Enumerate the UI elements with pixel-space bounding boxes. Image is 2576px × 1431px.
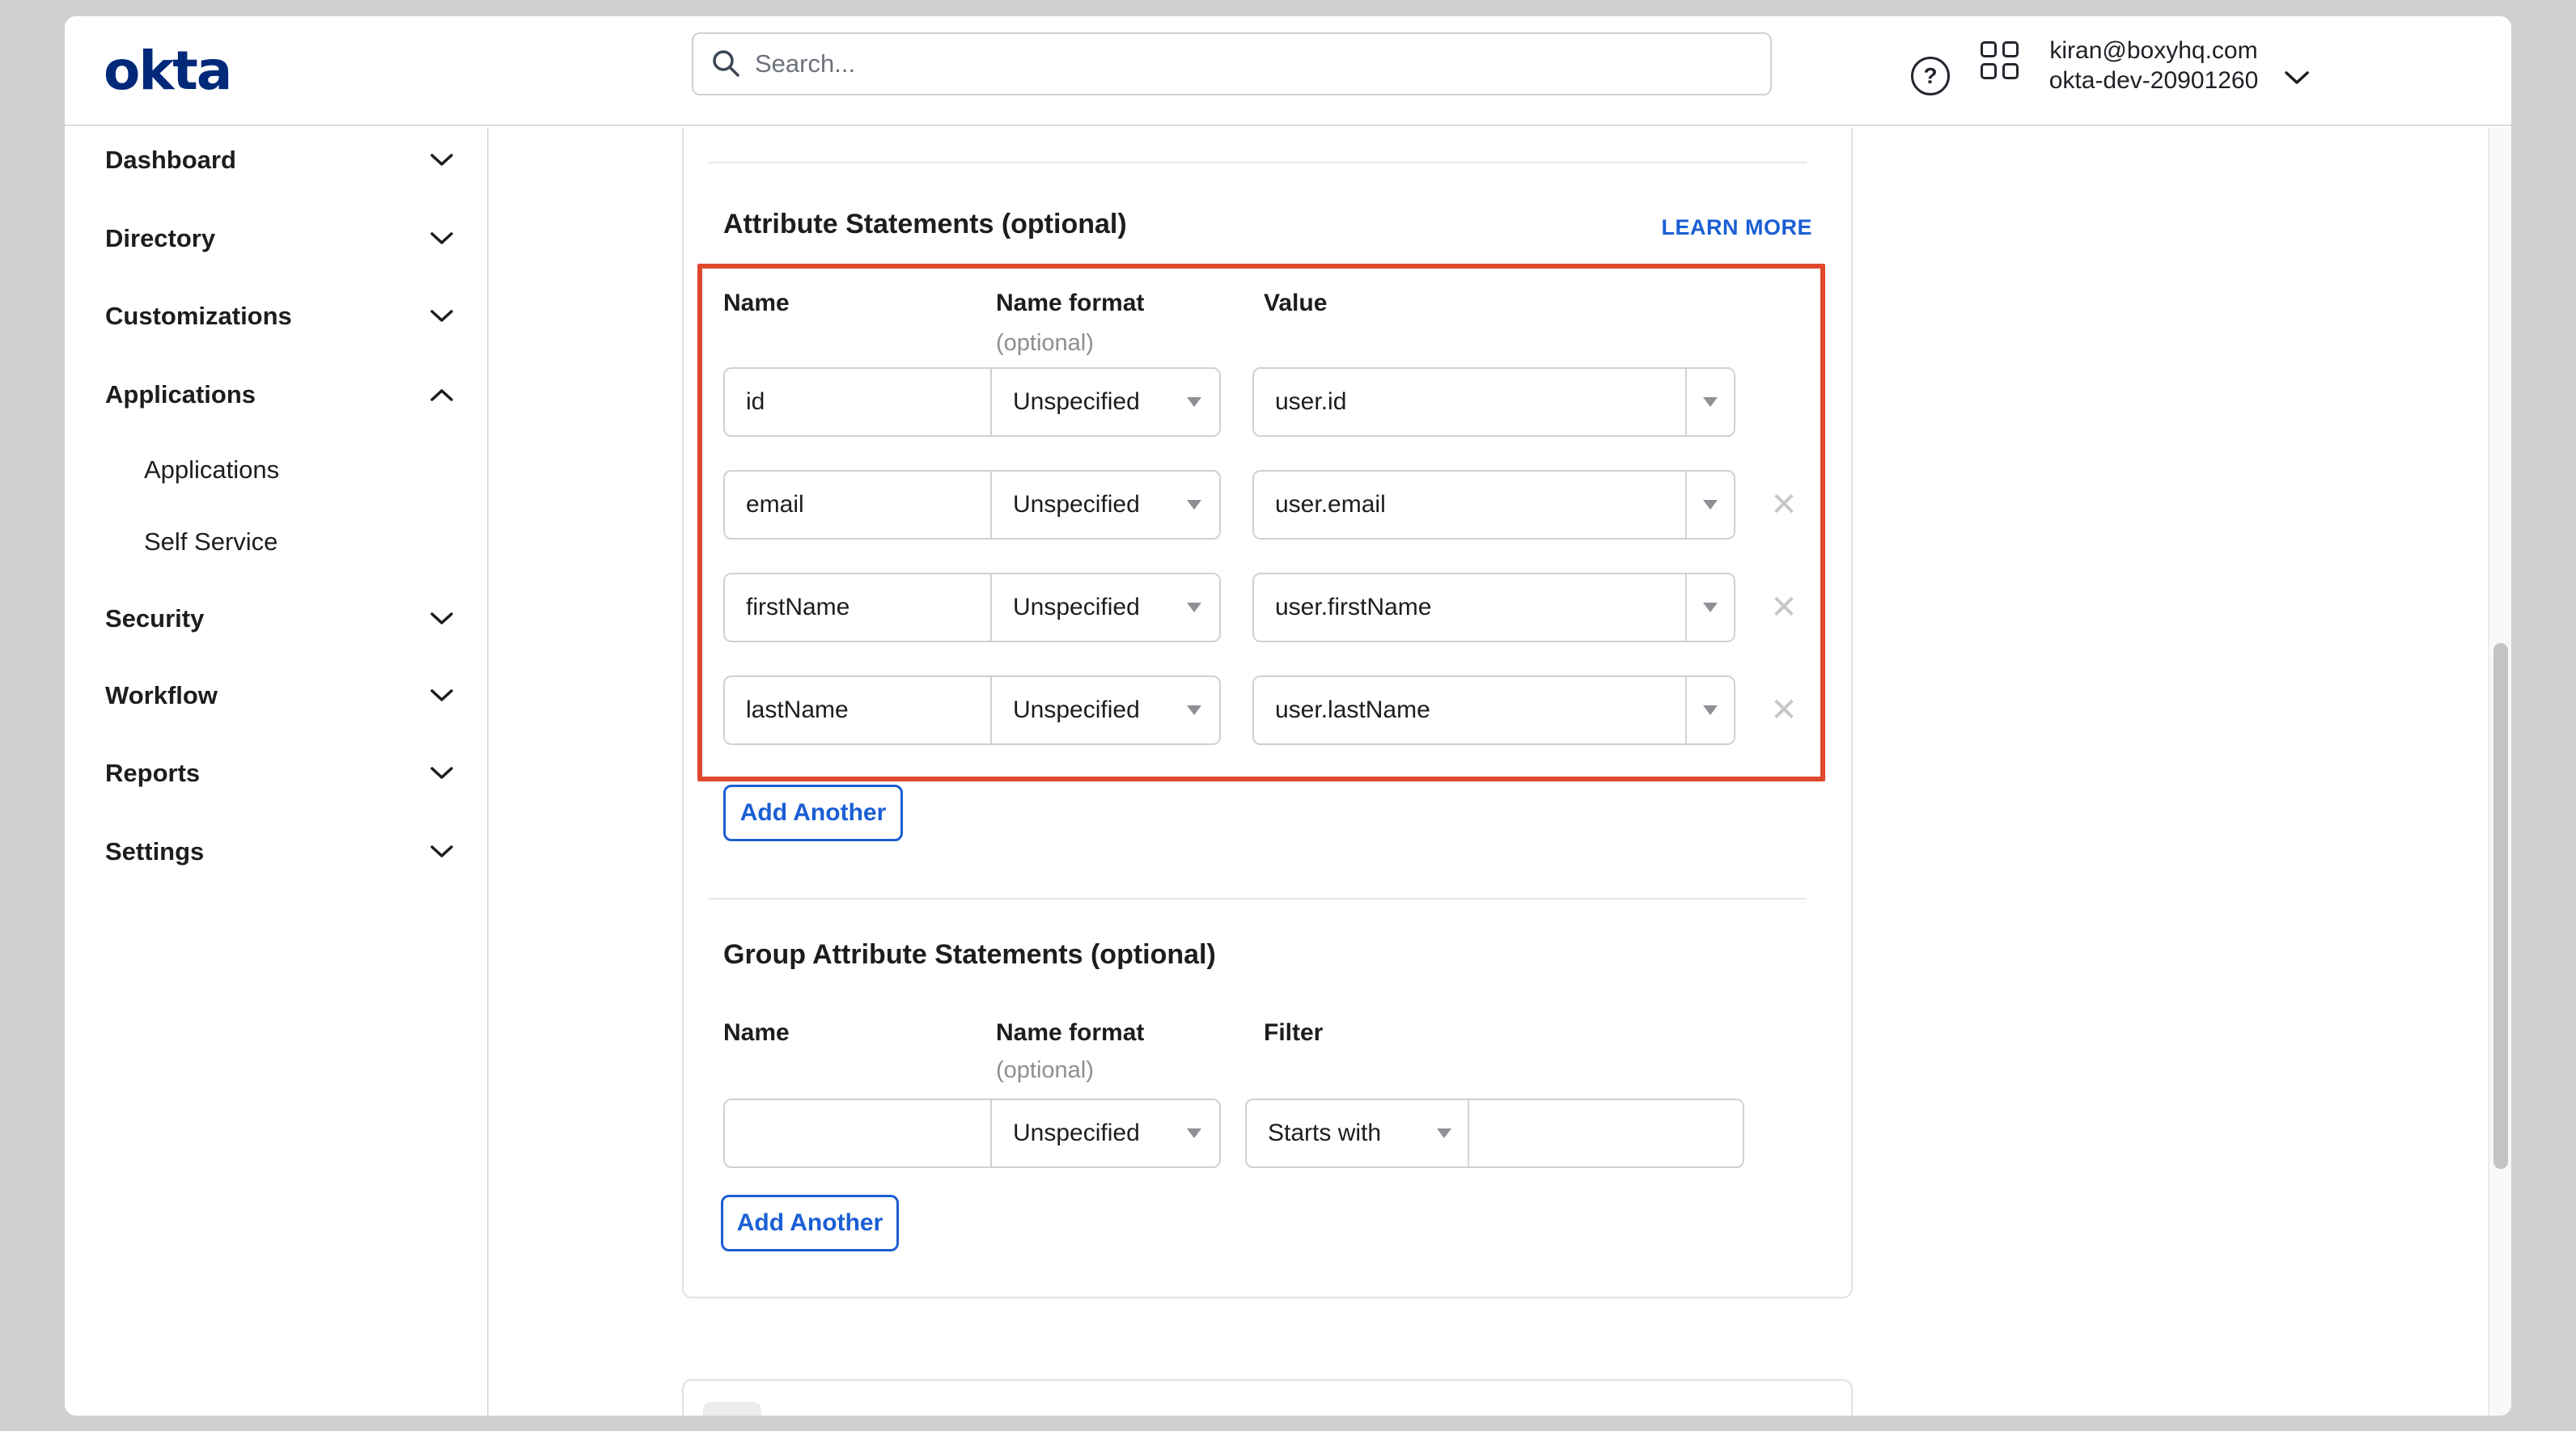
section-icon-placeholder <box>703 1402 761 1416</box>
filter-value-input[interactable] <box>1469 1100 1743 1166</box>
chevron-down-icon <box>429 765 455 781</box>
select-caret-icon <box>1187 705 1201 715</box>
attribute-value-combobox <box>1252 573 1735 642</box>
name-format-optional-note: (optional) <box>996 1057 1094 1084</box>
search-input[interactable] <box>755 49 1752 78</box>
name-format-optional-note: (optional) <box>996 330 1094 357</box>
column-header-name: Name <box>723 1019 790 1047</box>
select-caret-icon <box>1703 500 1718 510</box>
global-search-field[interactable] <box>692 32 1772 95</box>
chevron-down-icon <box>429 308 455 324</box>
select-caret-icon <box>1187 500 1201 510</box>
sidebar-item-customizations[interactable]: Customizations <box>65 292 487 341</box>
delete-row-icon[interactable]: ✕ <box>1764 470 1804 540</box>
value-dropdown-button[interactable] <box>1685 369 1734 435</box>
attribute-value-combobox <box>1252 470 1735 540</box>
select-caret-icon <box>1437 1128 1451 1138</box>
select-caret-icon <box>1703 397 1718 407</box>
attribute-value-input[interactable] <box>1254 472 1685 538</box>
help-glyph: ? <box>1923 63 1937 89</box>
okta-logo[interactable]: okta <box>104 42 231 100</box>
column-header-name: Name <box>723 290 790 317</box>
value-dropdown-button[interactable] <box>1685 472 1734 538</box>
scrollbar-thumb[interactable] <box>2493 643 2508 1169</box>
sidebar-item-security[interactable]: Security <box>65 595 487 643</box>
group-attribute-statements-title: Group Attribute Statements (optional) <box>723 939 1216 971</box>
chevron-down-icon <box>429 231 455 247</box>
chevron-down-icon <box>429 611 455 627</box>
group-attribute-statement-row: Unspecified Starts with <box>723 1099 1824 1168</box>
section-divider <box>708 898 1807 900</box>
chevron-down-icon <box>429 688 455 704</box>
saml-settings-card: Attribute Statements (optional) LEARN MO… <box>682 128 1853 1298</box>
attribute-name-input[interactable] <box>723 675 990 745</box>
user-email: kiran@boxyhq.com <box>2049 36 2257 66</box>
chevron-up-icon <box>429 387 455 403</box>
attribute-value-input[interactable] <box>1254 369 1685 435</box>
app-switcher-icon[interactable] <box>1981 41 2019 80</box>
account-menu[interactable]: kiran@boxyhq.com okta-dev-20901260 <box>2040 36 2267 95</box>
sidebar-nav: Dashboard Directory Customizations Appli… <box>65 128 489 1416</box>
org-name: okta-dev-20901260 <box>2049 66 2259 95</box>
okta-admin-window: okta ? kiran@boxyhq.com okta-dev-2090126… <box>65 16 2511 1416</box>
attribute-value-combobox <box>1252 675 1735 745</box>
name-format-select[interactable]: Unspecified <box>990 367 1221 437</box>
scrollbar-track[interactable] <box>2488 128 2511 1416</box>
sidebar-item-applications[interactable]: Applications <box>65 370 487 419</box>
group-filter-combo: Starts with <box>1245 1099 1744 1168</box>
column-header-filter: Filter <box>1264 1019 1323 1047</box>
attribute-statements-title: Attribute Statements (optional) <box>723 209 1127 240</box>
attribute-statement-row: Unspecified ✕ <box>723 367 1824 437</box>
select-caret-icon <box>1703 603 1718 612</box>
name-format-select[interactable]: Unspecified <box>990 675 1221 745</box>
value-dropdown-button[interactable] <box>1685 677 1734 743</box>
section-divider <box>708 162 1807 163</box>
add-another-group-attribute-button[interactable]: Add Another <box>721 1195 899 1251</box>
attribute-name-input[interactable] <box>723 367 990 437</box>
attribute-statement-row: Unspecified ✕ <box>723 470 1824 540</box>
select-caret-icon <box>1187 603 1201 612</box>
select-caret-icon <box>1187 1128 1201 1138</box>
account-chevron-down-icon[interactable] <box>2282 68 2312 87</box>
sidebar-subitem-applications[interactable]: Applications <box>65 446 487 494</box>
attribute-value-input[interactable] <box>1254 677 1685 743</box>
value-dropdown-button[interactable] <box>1685 574 1734 641</box>
column-header-name-format: Name format <box>996 1019 1144 1047</box>
column-header-name-format: Name format <box>996 290 1144 317</box>
learn-more-link[interactable]: LEARN MORE <box>1662 215 1813 240</box>
next-section-card <box>682 1379 1853 1416</box>
main-content: Attribute Statements (optional) LEARN MO… <box>490 128 2511 1416</box>
add-another-attribute-button[interactable]: Add Another <box>723 785 903 841</box>
chevron-down-icon <box>429 844 455 860</box>
select-caret-icon <box>1703 705 1718 715</box>
top-bar: okta ? kiran@boxyhq.com okta-dev-2090126… <box>65 16 2511 126</box>
attribute-value-combobox <box>1252 367 1735 437</box>
sidebar-subitem-self-service[interactable]: Self Service <box>65 518 487 566</box>
filter-type-select[interactable]: Starts with <box>1247 1100 1469 1166</box>
help-icon[interactable]: ? <box>1911 57 1950 95</box>
search-icon <box>711 49 742 79</box>
select-caret-icon <box>1187 397 1201 407</box>
sidebar-item-reports[interactable]: Reports <box>65 749 487 798</box>
column-header-value: Value <box>1264 290 1327 317</box>
sidebar-item-dashboard[interactable]: Dashboard <box>65 136 487 184</box>
attribute-statement-rows: Unspecified ✕ Unspecified ✕ Unspecified <box>723 367 1824 778</box>
attribute-value-input[interactable] <box>1254 574 1685 641</box>
sidebar-item-workflow[interactable]: Workflow <box>65 671 487 720</box>
delete-row-icon[interactable]: ✕ <box>1764 675 1804 745</box>
attribute-statement-row: Unspecified ✕ <box>723 675 1824 745</box>
sidebar-item-directory[interactable]: Directory <box>65 214 487 263</box>
chevron-down-icon <box>429 152 455 168</box>
group-name-format-select[interactable]: Unspecified <box>990 1099 1221 1168</box>
sidebar-item-settings[interactable]: Settings <box>65 828 487 876</box>
delete-row-icon[interactable]: ✕ <box>1764 573 1804 642</box>
attribute-name-input[interactable] <box>723 470 990 540</box>
attribute-name-input[interactable] <box>723 573 990 642</box>
attribute-statement-row: Unspecified ✕ <box>723 573 1824 642</box>
group-attribute-name-input[interactable] <box>723 1099 990 1168</box>
name-format-select[interactable]: Unspecified <box>990 470 1221 540</box>
name-format-select[interactable]: Unspecified <box>990 573 1221 642</box>
